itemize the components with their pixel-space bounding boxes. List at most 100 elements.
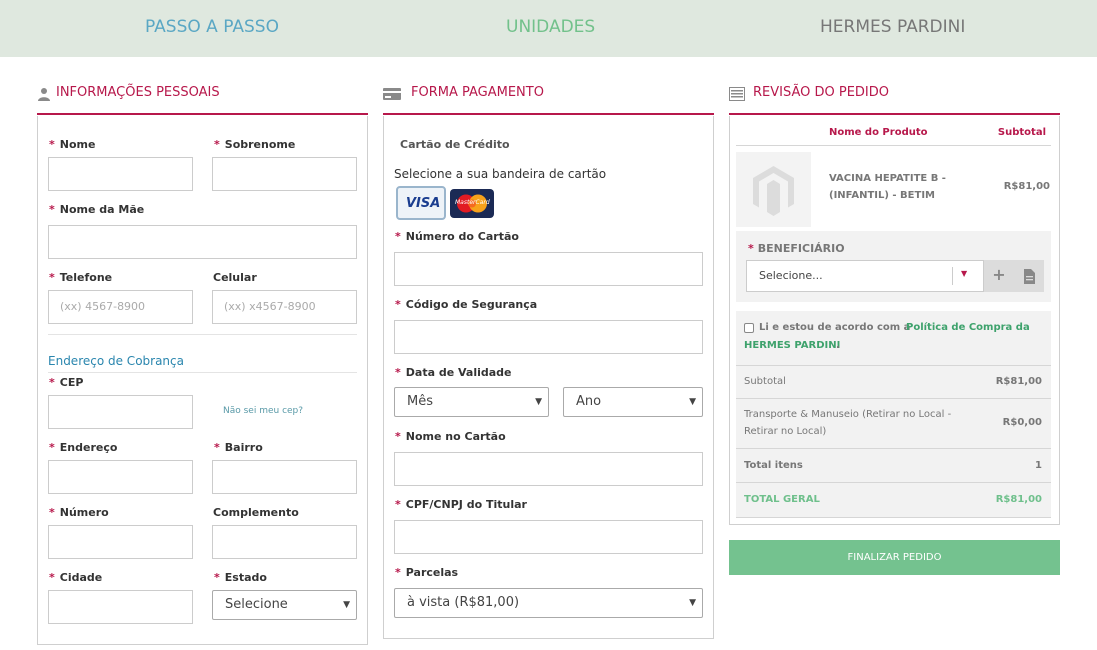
subtotal-row: Subtotal R$81,00 <box>736 366 1051 399</box>
personal-info-title: INFORMAÇÕES PESSOAIS <box>56 85 220 100</box>
cpf-cnpj-label: * CPF/CNPJ do Titular <box>395 498 527 511</box>
billing-address-title: Endereço de Cobrança <box>48 354 184 368</box>
beneficiary-section: * BENEFICIÁRIO Selecione... ▼ + <box>736 231 1051 302</box>
beneficiary-label: * BENEFICIÁRIO <box>748 242 845 255</box>
expiry-month-select[interactable]: Mês ▼ <box>394 387 549 417</box>
mastercard-text: MasterCard <box>455 199 490 206</box>
visa-brand-button[interactable]: VISA <box>396 186 446 220</box>
product-name-line2: (INFANTIL) - BETIM <box>829 190 935 201</box>
estado-label: * Estado <box>214 571 267 584</box>
total-items-row: Total itens 1 <box>736 449 1051 483</box>
visa-logo: VISA <box>406 196 441 211</box>
nome-mae-input[interactable] <box>48 225 357 259</box>
personal-info-panel: * Nome * Sobrenome * Nome da Mãe * Telefone … <box>37 116 368 645</box>
top-nav: PASSO A PASSO UNIDADES HERMES PARDINI <box>0 0 1097 57</box>
chevron-down-icon: ▼ <box>343 600 350 610</box>
grand-total-row: TOTAL GERAL R$81,00 <box>736 483 1051 518</box>
installments-label: * Parcelas <box>395 566 459 579</box>
beneficiary-details-button[interactable] <box>1014 260 1044 292</box>
chevron-down-icon: ▼ <box>535 397 542 407</box>
review-header: REVISÃO DO PEDIDO <box>729 84 1060 115</box>
select-divider <box>952 267 953 285</box>
magento-placeholder-icon <box>753 166 794 216</box>
review-title: REVISÃO DO PEDIDO <box>753 85 890 100</box>
sobrenome-label: * Sobrenome <box>214 138 296 151</box>
telefone-input[interactable]: (xx) 4567-8900 <box>48 290 193 324</box>
bairro-input[interactable] <box>212 460 357 494</box>
product-name-line1: VACINA HEPATITE B - <box>829 173 946 184</box>
endereco-label: * Endereço <box>49 441 118 454</box>
payment-panel: Cartão de Crédito Selecione a sua bandei… <box>383 116 714 639</box>
estado-select[interactable]: Selecione ▼ <box>212 590 357 620</box>
numero-input[interactable] <box>48 525 193 559</box>
terms-checkbox[interactable] <box>744 323 754 333</box>
terms-prefix: Li e estou de acordo com a <box>759 322 911 333</box>
grand-total-label: TOTAL GERAL <box>744 494 820 505</box>
select-brand-text: Selecione a sua bandeira de cartão <box>394 167 607 181</box>
product-price: R$81,00 <box>1003 181 1050 192</box>
shipping-row: Transporte & Manuseio (Retirar no Local … <box>736 399 1051 449</box>
card-name-label: * Nome no Cartão <box>395 430 506 443</box>
chevron-down-icon: ▼ <box>961 269 968 278</box>
personal-info-header: INFORMAÇÕES PESSOAIS <box>37 84 368 115</box>
cep-label: * CEP <box>49 376 84 389</box>
finalizar-pedido-button[interactable]: FINALIZAR PEDIDO <box>729 540 1060 575</box>
user-icon <box>38 88 50 101</box>
review-table-header: Nome do Produto Subtotal <box>736 121 1051 146</box>
bairro-label: * Bairro <box>214 441 263 454</box>
add-beneficiary-button[interactable]: + <box>984 260 1014 292</box>
credit-card-icon <box>383 88 401 100</box>
complemento-input[interactable] <box>212 525 357 559</box>
product-thumbnail <box>736 152 811 227</box>
cidade-label: * Cidade <box>49 571 103 584</box>
nav-unidades[interactable]: UNIDADES <box>506 17 595 37</box>
expiry-year-select[interactable]: Ano ▼ <box>563 387 703 417</box>
card-name-input[interactable] <box>394 452 703 486</box>
nome-input[interactable] <box>48 157 193 191</box>
numero-label: * Número <box>49 506 109 519</box>
security-code-label: * Código de Segurança <box>395 298 538 311</box>
sobrenome-input[interactable] <box>212 157 357 191</box>
nav-passo-a-passo[interactable]: PASSO A PASSO <box>145 17 279 37</box>
total-items-value: 1 <box>1035 460 1042 471</box>
beneficiary-select[interactable]: Selecione... ▼ <box>746 260 984 292</box>
payment-title: FORMA PAGAMENTO <box>411 85 544 100</box>
review-panel: Nome do Produto Subtotal VACINA HEPATITE… <box>729 116 1060 525</box>
shipping-label-line2: Retirar no Local) <box>744 426 827 437</box>
cidade-input[interactable] <box>48 590 193 624</box>
terms-policy-link[interactable]: Política de Compra da <box>906 322 1030 333</box>
terms-company-link[interactable]: HERMES PARDINI <box>744 340 840 351</box>
celular-input[interactable]: (xx) x4567-8900 <box>212 290 357 324</box>
shipping-label-line1: Transporte & Manuseio (Retirar no Local … <box>744 409 952 420</box>
payment-header: FORMA PAGAMENTO <box>383 84 714 115</box>
shipping-value: R$0,00 <box>1002 417 1042 428</box>
grand-total-value: R$81,00 <box>995 494 1042 505</box>
total-items-label: Total itens <box>744 460 803 471</box>
chevron-down-icon: ▼ <box>689 598 696 608</box>
installments-select[interactable]: à vista (R$81,00) ▼ <box>394 588 703 618</box>
cep-input[interactable] <box>48 395 193 429</box>
document-icon <box>1024 269 1035 284</box>
nome-mae-label: * Nome da Mãe <box>49 203 145 216</box>
security-code-input[interactable] <box>394 320 703 354</box>
product-name-column: Nome do Produto <box>829 127 928 138</box>
endereco-input[interactable] <box>48 460 193 494</box>
divider <box>48 372 357 373</box>
expiry-date-label: * Data de Validade <box>395 366 512 379</box>
nao-sei-cep-link[interactable]: Não sei meu cep? <box>223 406 303 416</box>
order-list-icon <box>729 87 745 101</box>
nav-hermes-pardini[interactable]: HERMES PARDINI <box>820 17 965 37</box>
celular-label: Celular <box>213 271 257 284</box>
complemento-label: Complemento <box>213 506 299 519</box>
mastercard-brand-button[interactable]: MasterCard <box>450 189 494 218</box>
card-number-label: * Número do Cartão <box>395 230 519 243</box>
nome-label: * Nome <box>49 138 96 151</box>
card-number-input[interactable] <box>394 252 703 286</box>
subtotal-column: Subtotal <box>997 127 1046 138</box>
chevron-down-icon: ▼ <box>689 397 696 407</box>
terms-row: Li e estou de acordo com a Política de C… <box>736 311 1051 366</box>
terms-suffix: . <box>836 340 840 351</box>
credit-card-title: Cartão de Crédito <box>400 138 510 151</box>
cpf-cnpj-input[interactable] <box>394 520 703 554</box>
subtotal-value: R$81,00 <box>995 376 1042 387</box>
